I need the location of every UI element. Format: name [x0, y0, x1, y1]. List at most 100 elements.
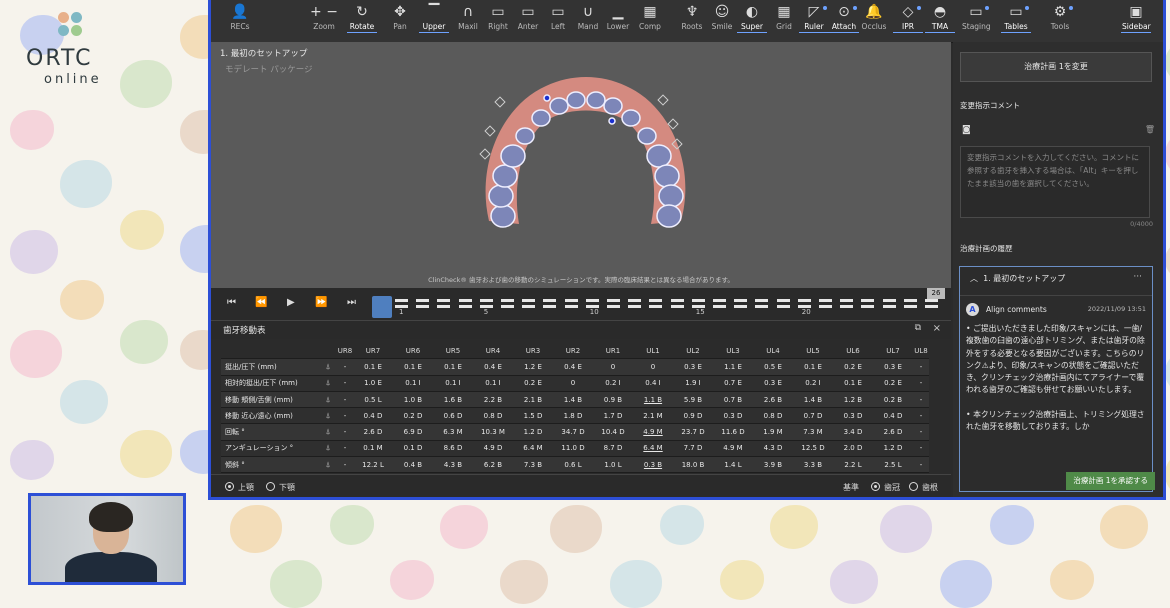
toolbar-lower[interactable]: ▁ Lower: [603, 0, 633, 42]
table-cell[interactable]: 10.3 M: [473, 423, 513, 441]
crown-radio[interactable]: 歯冠: [871, 482, 900, 493]
table-cell[interactable]: 5.9 B: [673, 391, 713, 409]
dental-arch-model[interactable]: [471, 66, 701, 236]
table-cell[interactable]: 6.4 M: [513, 440, 553, 458]
stage-tick[interactable]: [819, 305, 832, 308]
toolbar-tma[interactable]: ◓ TMA: [925, 0, 955, 42]
table-cell[interactable]: -: [913, 358, 929, 376]
table-cell[interactable]: 1.1 B: [633, 391, 673, 409]
table-cell[interactable]: 0.7 D: [793, 407, 833, 425]
stage-tick[interactable]: [649, 299, 663, 302]
stage-tick[interactable]: [903, 299, 917, 302]
stage-tick[interactable]: [395, 299, 408, 302]
stage-tick[interactable]: [607, 305, 620, 308]
table-cell[interactable]: -: [337, 375, 353, 392]
table-cell[interactable]: -: [337, 456, 353, 474]
stage-timeline[interactable]: 26 ⏮ ⏪ ▶ ⏩ ⏭ 1 5 10 15 20: [211, 288, 951, 320]
table-cell[interactable]: 1.9 M: [753, 423, 793, 441]
stage-tick[interactable]: [776, 305, 790, 308]
table-cell[interactable]: 1.2 B: [833, 391, 873, 409]
table-cell[interactable]: 1.4 B: [793, 391, 833, 409]
table-cell[interactable]: 0.3 D: [713, 407, 753, 425]
toolbar-left[interactable]: ▭ Left: [543, 0, 573, 42]
table-cell[interactable]: 0.5 E: [753, 358, 793, 376]
stage-tick[interactable]: [840, 299, 854, 302]
tooth-crown[interactable]: [603, 97, 623, 115]
toolbar-smile[interactable]: ☺ Smile: [707, 0, 737, 42]
table-cell[interactable]: 0.4 I: [633, 375, 673, 392]
table-cell[interactable]: 12.2 L: [353, 456, 393, 474]
table-cell[interactable]: 8.6 D: [433, 440, 473, 458]
table-cell[interactable]: 0.4 E: [553, 358, 593, 376]
stage-tick[interactable]: [713, 305, 726, 308]
table-cell[interactable]: 2.5 L: [873, 456, 913, 474]
table-cell[interactable]: -: [913, 423, 929, 441]
toolbar-super[interactable]: ◐ Super: [737, 0, 767, 42]
toolbar-occlus[interactable]: 🔔 Occlus: [859, 0, 889, 42]
stage-tick[interactable]: [861, 305, 875, 308]
table-cell[interactable]: -: [913, 456, 929, 474]
toolbar-recs[interactable]: 👤 RECs: [225, 0, 255, 42]
table-cell[interactable]: 2.6 B: [753, 391, 793, 409]
tooth-crown[interactable]: [492, 164, 518, 188]
stage-tick[interactable]: [564, 299, 578, 302]
tooth-crown[interactable]: [656, 204, 682, 228]
tooth-crown[interactable]: [621, 109, 641, 127]
tooth-crown[interactable]: [586, 91, 606, 109]
stage-tick[interactable]: [903, 305, 917, 308]
tooth-column-header[interactable]: UR6: [393, 343, 433, 360]
stage-tick[interactable]: [416, 299, 430, 302]
table-cell[interactable]: 3.4 D: [833, 423, 873, 441]
table-cell[interactable]: 0.4 D: [353, 407, 393, 425]
stage-tick[interactable]: [501, 299, 514, 302]
table-cell[interactable]: 4.9 D: [473, 440, 513, 458]
toolbar-maxil[interactable]: ∩ Maxil: [453, 0, 483, 42]
table-cell[interactable]: 0.7 B: [713, 391, 753, 409]
tooth-crown[interactable]: [515, 127, 535, 145]
stage-tick[interactable]: [819, 299, 832, 302]
tooth-crown[interactable]: [500, 144, 526, 168]
toolbar-mand[interactable]: ∪ Mand: [573, 0, 603, 42]
table-cell[interactable]: -: [337, 391, 353, 409]
table-cell[interactable]: 0.1 E: [433, 358, 473, 376]
stage-tick[interactable]: [925, 305, 938, 308]
table-cell[interactable]: 11.0 D: [553, 440, 593, 458]
table-cell[interactable]: -: [337, 440, 353, 458]
table-cell[interactable]: 1.7 D: [593, 407, 633, 425]
table-cell[interactable]: -: [337, 423, 353, 441]
tooth-crown[interactable]: [549, 97, 569, 115]
stage-tick[interactable]: [797, 299, 811, 302]
toolbar-anter[interactable]: ▭ Anter: [513, 0, 543, 42]
table-cell[interactable]: 6.4 M: [633, 440, 673, 458]
table-cell[interactable]: 1.9 I: [673, 375, 713, 392]
table-cell[interactable]: 12.5 D: [793, 440, 833, 458]
stage-tick[interactable]: [437, 299, 451, 302]
toolbar-pan[interactable]: ✥ Pan: [385, 0, 415, 42]
table-cell[interactable]: -: [337, 407, 353, 425]
tooth-crown[interactable]: [488, 184, 514, 208]
play-icon[interactable]: ▶: [287, 297, 295, 308]
table-cell[interactable]: 0.5 L: [353, 391, 393, 409]
table-cell[interactable]: 0.2 E: [833, 358, 873, 376]
table-cell[interactable]: 0.2 D: [393, 407, 433, 425]
table-cell[interactable]: 1.4 L: [713, 456, 753, 474]
table-cell[interactable]: 1.2 E: [513, 358, 553, 376]
toolbar-comp[interactable]: ▦ Comp: [635, 0, 665, 42]
stage-tick[interactable]: [501, 305, 514, 308]
stage-tick[interactable]: [479, 299, 493, 302]
stage-tick[interactable]: [691, 299, 705, 302]
tooth-column-header[interactable]: UL4: [753, 343, 793, 360]
stage-tick[interactable]: [649, 305, 663, 308]
toolbar-ruler[interactable]: ◸ Ruler: [799, 0, 829, 42]
table-cell[interactable]: 0.4 D: [873, 407, 913, 425]
first-stage-icon[interactable]: ⏮: [227, 297, 236, 308]
tooth-column-header[interactable]: UR3: [513, 343, 553, 360]
table-cell[interactable]: 6.3 M: [433, 423, 473, 441]
stage-tick[interactable]: [543, 299, 557, 302]
tooth-column-header[interactable]: UR5: [433, 343, 473, 360]
table-cell[interactable]: 1.2 D: [873, 440, 913, 458]
table-cell[interactable]: 0.3 B: [633, 456, 673, 474]
table-cell[interactable]: 7.3 B: [513, 456, 553, 474]
table-cell[interactable]: 0.2 I: [793, 375, 833, 392]
toolbar-tables[interactable]: ▭ Tables: [1001, 0, 1031, 42]
